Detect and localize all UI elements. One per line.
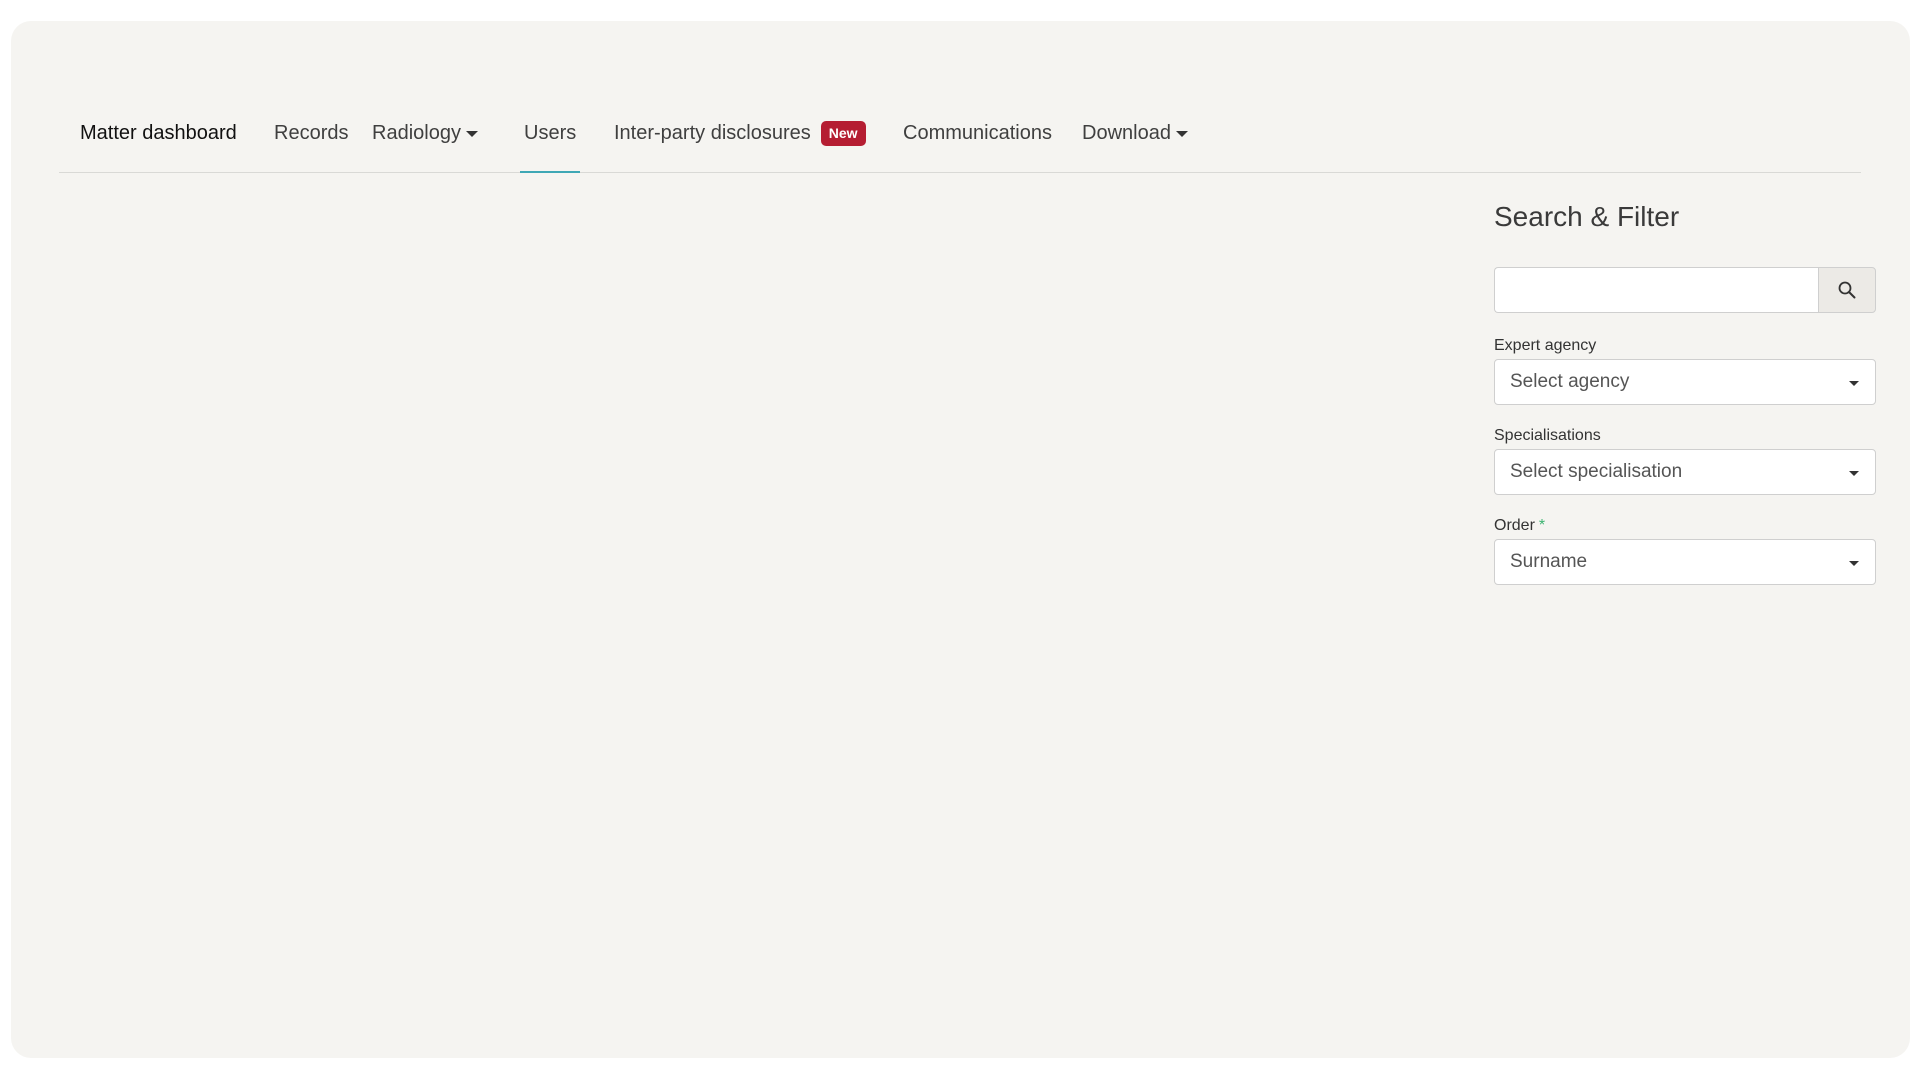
tab-users[interactable]: Users: [519, 94, 581, 173]
caret-down-icon: [465, 131, 478, 137]
tab-records[interactable]: Records: [274, 94, 348, 172]
tab-label: Matter dashboard: [80, 121, 237, 144]
search-input[interactable]: [1494, 267, 1818, 313]
tab-communications[interactable]: Communications: [903, 94, 1052, 172]
expert-agency-label: Expert agency: [1494, 337, 1597, 354]
tab-label: Download: [1082, 121, 1171, 144]
select-value: Select specialisation: [1510, 461, 1683, 482]
tab-label: Records: [274, 121, 349, 144]
select-value: Select agency: [1510, 371, 1630, 392]
sidebar-title: Search & Filter: [1494, 201, 1680, 232]
specialisations-label: Specialisations: [1494, 427, 1601, 444]
tab-matter-dashboard[interactable]: Matter dashboard: [80, 94, 237, 172]
caret-down-icon: [1175, 131, 1188, 137]
tab-inter-party-disclosures[interactable]: Inter-party disclosures New: [614, 94, 866, 172]
order-field: Order * Surname: [1494, 515, 1876, 585]
caret-down-icon: [1849, 380, 1859, 386]
search-icon: [1838, 281, 1856, 299]
order-select[interactable]: Surname: [1494, 539, 1876, 585]
main-panel: Matter dashboard Records Radiology Users…: [11, 21, 1910, 1058]
select-value: Surname: [1510, 551, 1588, 572]
tab-download[interactable]: Download: [1082, 94, 1188, 172]
tab-label: Radiology: [372, 121, 461, 144]
caret-down-icon: [1849, 470, 1859, 476]
order-label: Order *: [1494, 515, 1876, 537]
search-filter-sidebar: Search & Filter Expert agency Select age…: [1494, 191, 1876, 585]
specialisations-select[interactable]: Select specialisation: [1494, 449, 1876, 495]
tab-bar: Matter dashboard Records Radiology Users…: [59, 94, 1861, 173]
required-marker: *: [1538, 517, 1546, 534]
tab-label: Inter-party disclosures: [614, 121, 811, 144]
search-button[interactable]: [1818, 267, 1876, 313]
specialisations-field: Specialisations Select specialisation: [1494, 425, 1876, 495]
search-group: [1494, 267, 1876, 313]
new-badge: New: [820, 120, 866, 146]
tab-label: Users: [524, 121, 577, 144]
tab-radiology[interactable]: Radiology: [372, 94, 478, 172]
order-label-text: Order: [1494, 517, 1535, 534]
expert-agency-field: Expert agency Select agency: [1494, 335, 1876, 405]
caret-down-icon: [1849, 560, 1859, 566]
expert-agency-select[interactable]: Select agency: [1494, 359, 1876, 405]
tab-label: Communications: [903, 121, 1052, 144]
